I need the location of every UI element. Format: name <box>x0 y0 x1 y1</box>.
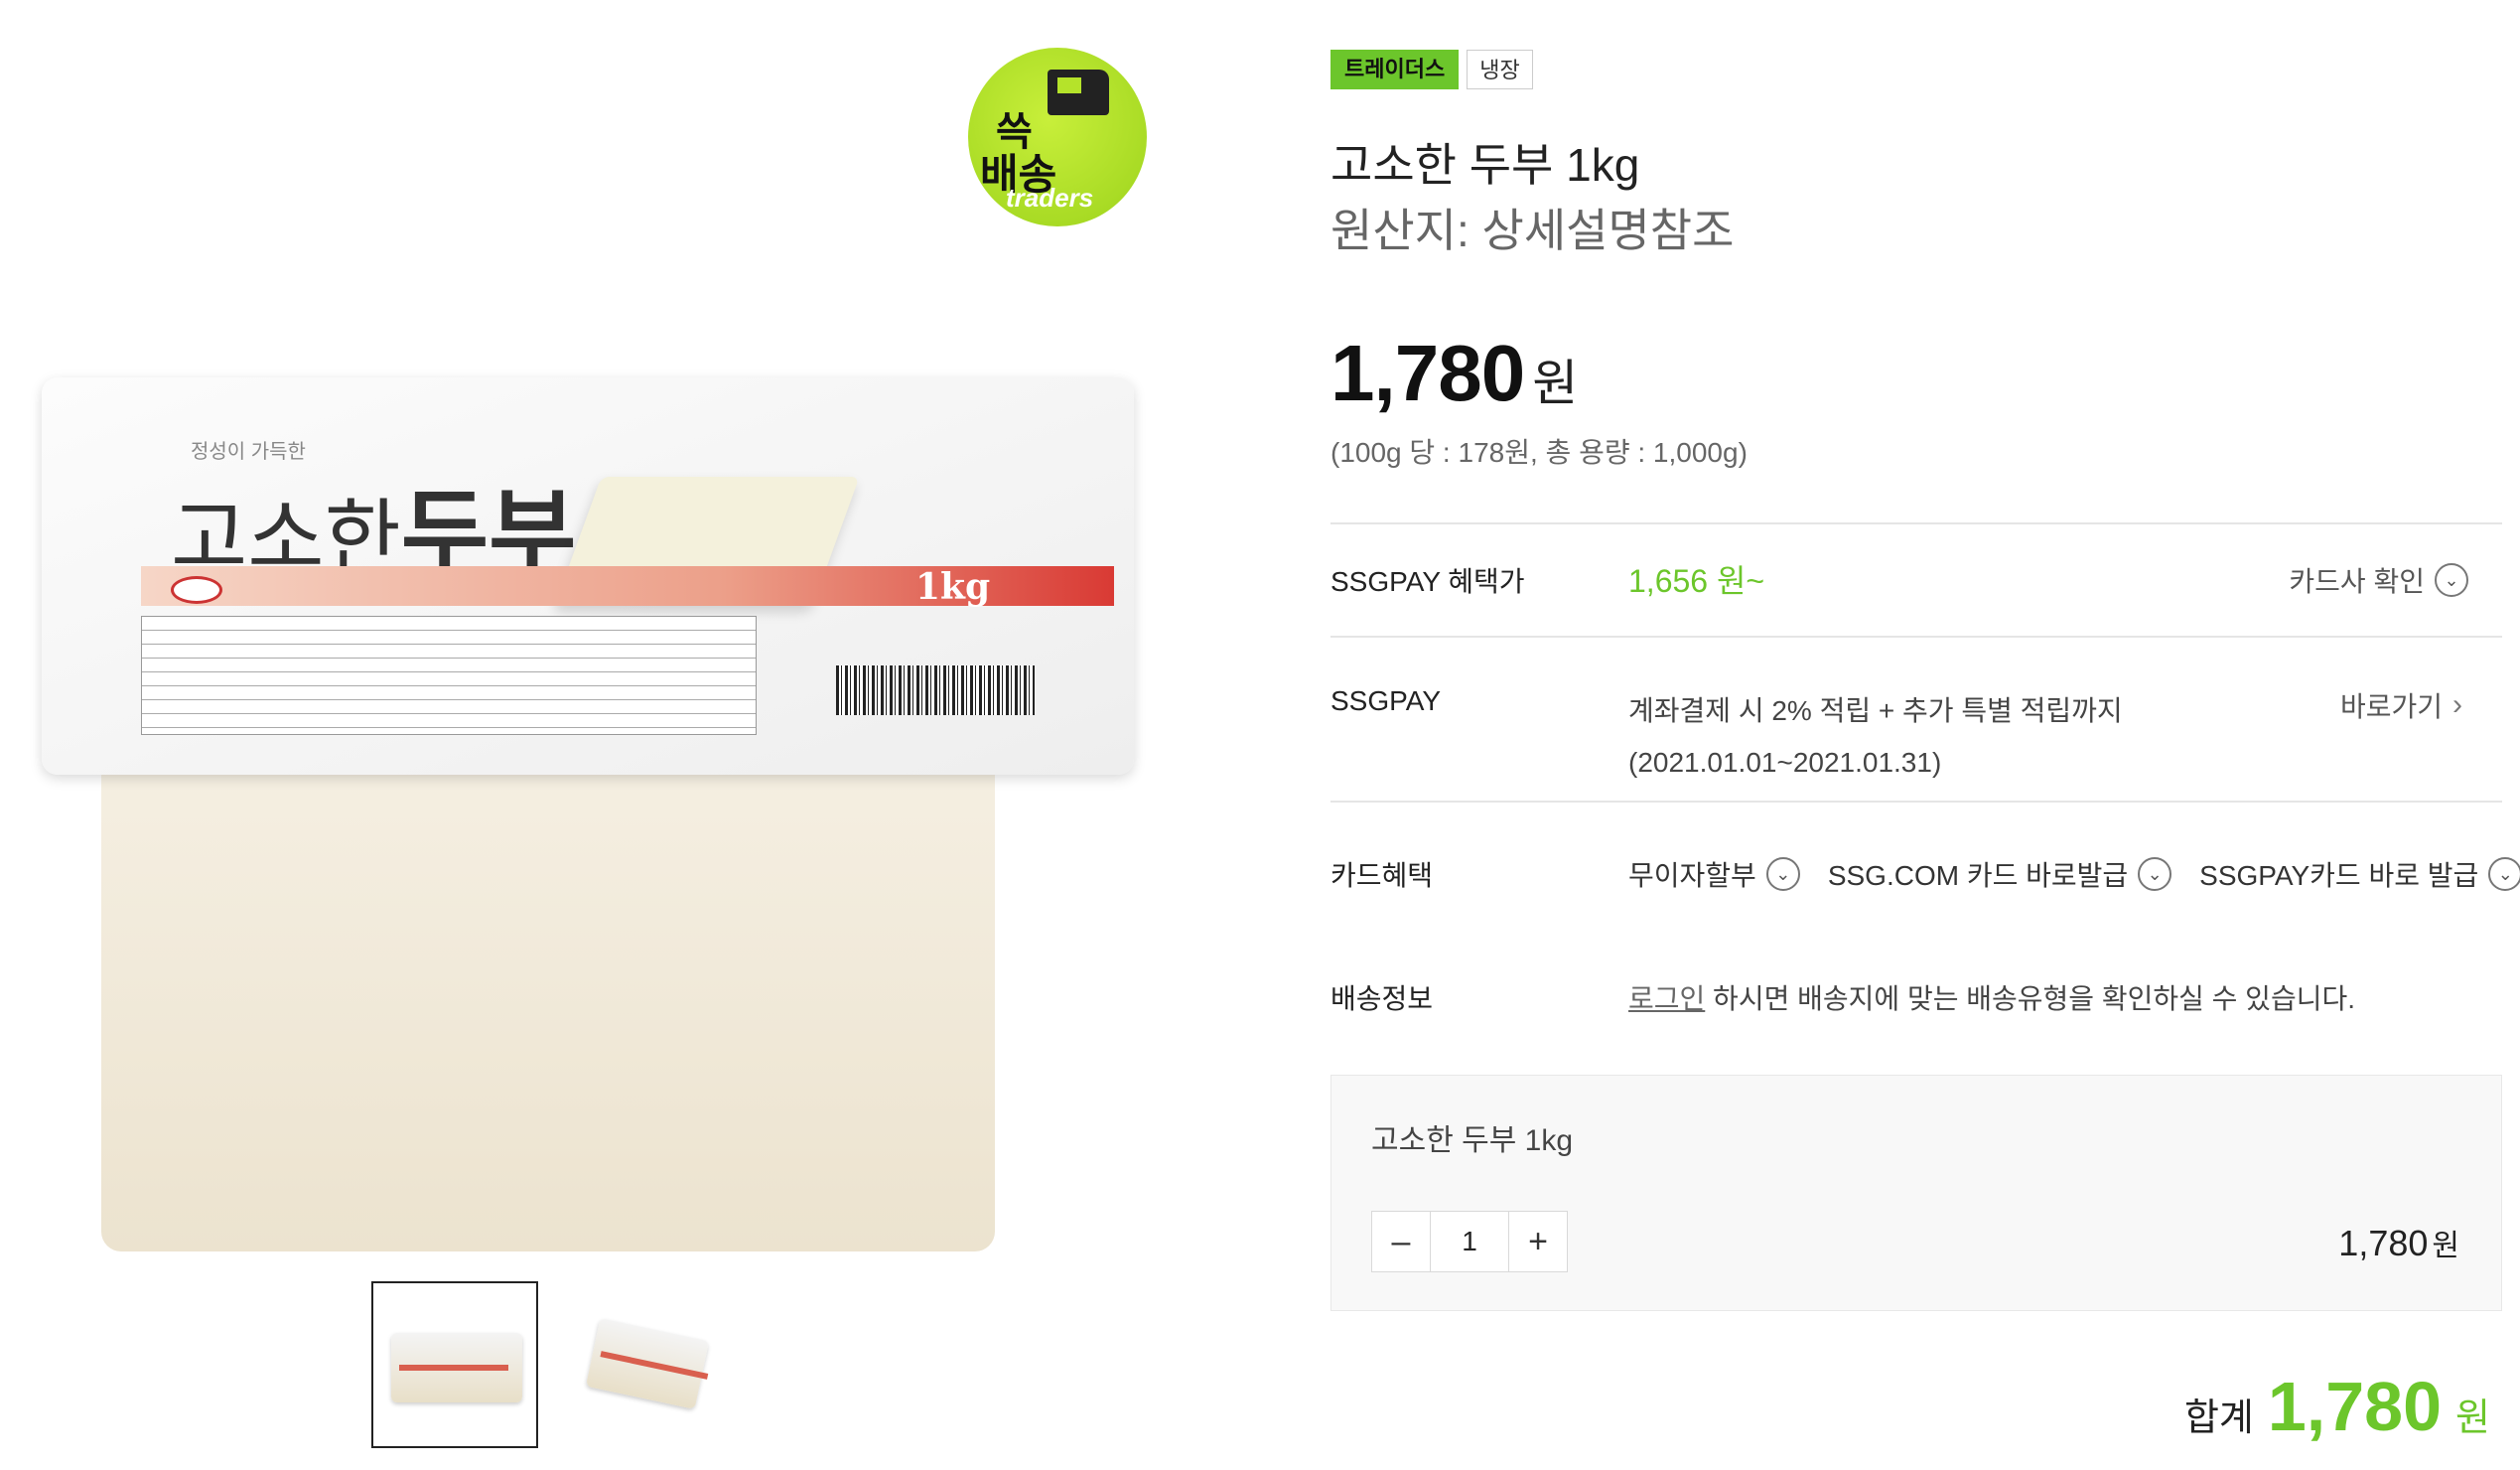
thumbnail-1[interactable] <box>371 1281 538 1448</box>
card-check-button[interactable]: 카드사 확인 ⌄ <box>2289 560 2468 600</box>
product-gallery: 쓱 배송 traders 정성이 가득한 고소한두부 1kg <box>0 0 1172 1470</box>
row-label: SSGPAY <box>1330 685 1442 716</box>
total-label: 합계 <box>2183 1397 2254 1439</box>
thumbnail-2[interactable] <box>566 1281 733 1448</box>
order-option-box: 고소한 두부 1kg – 1 + 1,780 원 <box>1330 1075 2502 1311</box>
ssgpay-row: SSGPAY 계좌결제 시 2% 적립 + 추가 특별 적립까지 (2021.0… <box>1330 636 2502 801</box>
order-item-name: 고소한 두부 1kg <box>1371 1124 1574 1157</box>
delivery-row: 배송정보 로그인 하시면 배송지에 맞는 배송유형을 확인하실 수 있습니다. <box>1330 957 2502 1093</box>
ssgpay-description: 계좌결제 시 2% 적립 + 추가 특별 적립까지 (2021.01.01~20… <box>1628 685 2123 789</box>
option-label: SSGPAY카드 바로 발급 <box>2199 860 2479 891</box>
row-label: 카드혜택 <box>1330 860 1434 891</box>
barcode-icon <box>836 665 1035 715</box>
product-price: 1,780 원 <box>1330 328 1578 419</box>
tag-list: 트레이더스 냉장 <box>1330 50 1533 89</box>
ssg-card-issue-button[interactable]: SSG.COM 카드 바로발급 ⌄ <box>1827 854 2172 894</box>
quantity-input[interactable]: 1 <box>1430 1212 1509 1271</box>
package-weight: 1kg <box>915 566 991 608</box>
price-currency: 원 <box>1532 356 1579 411</box>
ssgpay-period: (2021.01.01~2021.01.31) <box>1628 747 1942 778</box>
quantity-stepper: – 1 + <box>1371 1211 1568 1272</box>
price-value: 1,780 <box>1330 329 1525 417</box>
product-main-image: 정성이 가득한 고소한두부 1kg <box>22 377 1134 1251</box>
row-label: SSGPAY 혜택가 <box>1330 566 1525 597</box>
card-check-label: 카드사 확인 <box>2289 566 2425 597</box>
benefit-rows: SSGPAY 혜택가 1,656 원~ 카드사 확인 ⌄ SSGPAY 계좌결제… <box>1330 522 2520 1093</box>
delivery-info: 로그인 하시면 배송지에 맞는 배송유형을 확인하실 수 있습니다. <box>1628 977 2355 1017</box>
ssgpay-benefit-row: SSGPAY 혜택가 1,656 원~ 카드사 확인 ⌄ <box>1330 522 2502 636</box>
order-item-price: 1,780 원 <box>2338 1221 2459 1264</box>
package-lid: 정성이 가득한 고소한두부 1kg <box>42 377 1134 775</box>
chevron-down-icon: ⌄ <box>2138 857 2172 891</box>
chevron-down-icon: ⌄ <box>2435 563 2468 597</box>
login-link[interactable]: 로그인 <box>1628 983 1705 1014</box>
ssgpay-benefit-price: 1,656 원~ <box>1628 563 1765 599</box>
tag-traders: 트레이더스 <box>1330 50 1460 89</box>
ssgpay-line1: 계좌결제 시 2% 적립 + 추가 특별 적립까지 <box>1628 695 2123 726</box>
badge-brand: traders <box>1006 183 1094 213</box>
chevron-down-icon: ⌄ <box>2488 857 2520 891</box>
total-value: 1,780 <box>2267 1368 2443 1445</box>
thumbnail-list <box>371 1281 733 1448</box>
product-title: 고소한 두부 1kg <box>1330 139 1640 191</box>
thumbnail-image <box>391 1333 522 1402</box>
nutrition-label <box>141 616 757 735</box>
row-label: 배송정보 <box>1330 983 1434 1014</box>
shortcut-link[interactable]: 바로가기 › <box>2340 685 2462 725</box>
increase-button[interactable]: + <box>1509 1212 1567 1271</box>
haccp-icon <box>171 576 222 604</box>
installment-button[interactable]: 무이자할부 ⌄ <box>1628 854 1800 894</box>
chevron-down-icon: ⌄ <box>1765 857 1800 891</box>
product-origin: 원산지: 상세설명참조 <box>1330 205 1735 256</box>
ssgpay-card-issue-button[interactable]: SSGPAY카드 바로 발급 ⌄ <box>2199 854 2520 894</box>
truck-icon <box>1048 70 1109 115</box>
delivery-text: 하시면 배송지에 맞는 배송유형을 확인하실 수 있습니다. <box>1705 983 2355 1014</box>
tofu-block <box>101 755 995 1251</box>
card-benefit-row: 카드혜택 무이자할부 ⌄ SSG.COM 카드 바로발급 ⌄ SSGPAY카드 바로… <box>1330 801 2520 957</box>
card-options: 무이자할부 ⌄ SSG.COM 카드 바로발급 ⌄ SSGPAY카드 바로 발급 ⌄ <box>1628 854 2520 894</box>
option-label: SSG.COM 카드 바로발급 <box>1827 860 2129 891</box>
order-price-currency: 원 <box>2432 1230 2459 1262</box>
decrease-button[interactable]: – <box>1372 1212 1430 1271</box>
shortcut-label: 바로가기 <box>2339 691 2443 722</box>
total-price: 합계 1,780 원 <box>2184 1367 2490 1446</box>
option-label: 무이자할부 <box>1628 860 1756 891</box>
chevron-right-icon: › <box>2452 688 2462 721</box>
tag-refrigerated: 냉장 <box>1467 50 1533 89</box>
unit-price: (100g 당 : 178원, 총 용량 : 1,000g) <box>1330 437 1748 468</box>
thumbnail-image <box>585 1318 710 1409</box>
ssg-delivery-badge: 쓱 배송 traders <box>968 48 1147 226</box>
order-price-value: 1,780 <box>2338 1223 2429 1263</box>
total-currency: 원 <box>2455 1397 2490 1439</box>
